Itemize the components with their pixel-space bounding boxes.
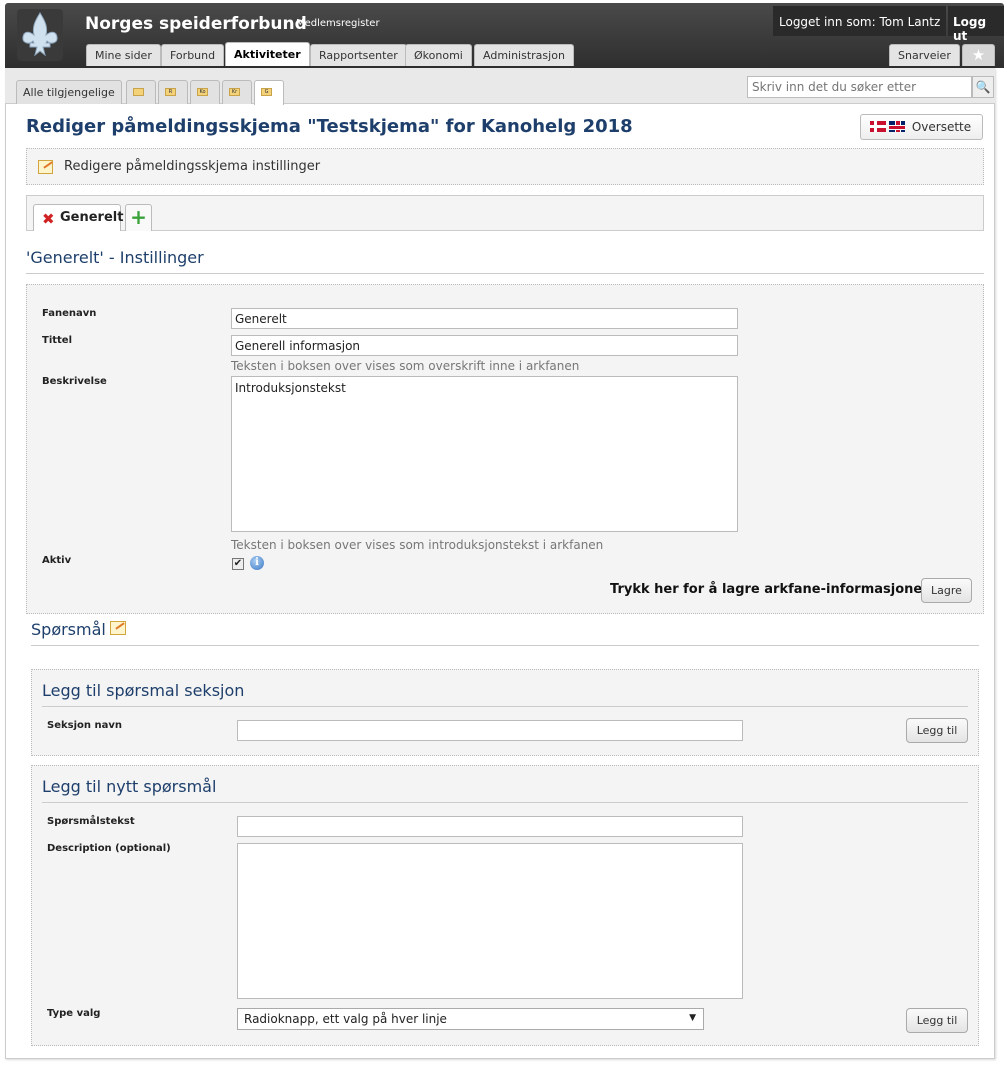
kr-icon: Kr [229, 88, 240, 96]
scout-lily-logo-icon[interactable] [17, 9, 63, 61]
beskrivelse-help: Teksten i boksen over vises som introduk… [231, 538, 604, 552]
tab-generelt[interactable]: ✖ Generelt [33, 204, 124, 231]
save-button[interactable]: Lagre [921, 578, 972, 603]
g-icon: G [261, 88, 272, 96]
translate-label: Oversette [911, 120, 972, 134]
beskrivelse-textarea[interactable]: Introduksjonstekst [231, 376, 738, 532]
logout-link[interactable]: Logg ut [948, 6, 1004, 43]
brand-name: Norges speiderforbund [85, 14, 307, 34]
subtab-kr[interactable]: Kr [222, 80, 252, 104]
r-icon: R [165, 88, 176, 96]
tab-forbund[interactable]: Forbund [161, 44, 225, 66]
tab-mine-sider[interactable]: Mine sider [86, 44, 161, 66]
add-question-heading: Legg til nytt spørsmål [42, 777, 217, 796]
tab-okonomi[interactable]: Økonomi [405, 44, 472, 66]
question-text-label: Spørsmålstekst [47, 816, 135, 827]
tab-rapportsenter[interactable]: Rapportsenter [310, 44, 407, 66]
aktiv-label: Aktiv [42, 555, 72, 566]
type-select-value: Radioknapp, ett valg på hver linje [244, 1012, 447, 1026]
tab-snarveier[interactable]: Snarveier [889, 44, 960, 66]
description-label: Description (optional) [47, 843, 171, 854]
beskrivelse-label: Beskrivelse [42, 376, 107, 387]
delete-icon[interactable]: ✖ [42, 210, 55, 228]
info-icon[interactable]: i [250, 556, 264, 570]
uk-flag-icon [889, 120, 905, 132]
divider [31, 645, 979, 646]
tab-aktiviteter[interactable]: Aktiviteter [225, 42, 310, 66]
tab-administrasjon[interactable]: Administrasjon [474, 44, 574, 66]
aktiv-checkbox[interactable]: ✔ [232, 558, 244, 570]
subtab-r[interactable]: R [158, 80, 188, 104]
type-label: Type valg [47, 1008, 101, 1019]
ko-icon: Ko [197, 88, 208, 96]
brand-subtitle: Medlemsregister [296, 18, 380, 29]
add-section-heading: Legg til spørsmal seksjon [42, 681, 245, 700]
type-select[interactable]: Radioknapp, ett valg på hver linje ▼ [237, 1008, 704, 1030]
divider [26, 273, 984, 274]
section-name-label: Seksjon navn [47, 720, 122, 731]
folder-icon [133, 88, 144, 96]
questions-heading: Spørsmål [31, 620, 106, 639]
divider [42, 706, 968, 707]
translate-button[interactable]: Oversette [860, 114, 983, 140]
section-name-input[interactable] [237, 720, 743, 741]
divider [42, 802, 968, 803]
save-prompt: Trykk her for å lagre arkfane-informasjo… [610, 582, 932, 597]
fanenavn-input[interactable] [231, 308, 738, 329]
search-input[interactable] [747, 76, 972, 98]
subtab-ko[interactable]: Ko [190, 80, 220, 104]
subtab-all-available[interactable]: Alle tilgjengelige [16, 80, 122, 104]
star-icon[interactable]: ★ [962, 44, 995, 66]
subtab-folder[interactable] [126, 80, 156, 104]
question-text-input[interactable] [237, 816, 743, 837]
chevron-down-icon: ▼ [689, 1013, 696, 1023]
add-tab-icon[interactable]: + [125, 204, 152, 231]
logged-in-user: Logget inn som: Tom Lantz [773, 6, 946, 36]
subtab-g[interactable]: G [254, 80, 284, 105]
tittel-label: Tittel [42, 335, 73, 346]
form-settings-label: Redigere påmeldingsskjema instillinger [64, 159, 321, 174]
norway-flag-icon [870, 120, 886, 132]
form-tabs-bar: ✖ Generelt + [26, 195, 984, 231]
description-textarea[interactable] [237, 843, 743, 999]
tittel-input[interactable] [231, 335, 738, 356]
tab-settings-heading: 'Generelt' - Instillinger [26, 248, 204, 267]
tittel-help: Teksten i boksen over vises som overskri… [231, 359, 580, 373]
add-question-button[interactable]: Legg til [906, 1008, 968, 1033]
page-title: Rediger påmeldingsskjema "Testskjema" fo… [26, 116, 633, 137]
add-section-button[interactable]: Legg til [906, 718, 968, 743]
edit-icon [38, 160, 53, 174]
search-icon[interactable]: 🔍 [972, 76, 994, 98]
form-settings-link[interactable]: Redigere påmeldingsskjema instillinger [26, 148, 984, 185]
fanenavn-label: Fanenavn [42, 308, 97, 319]
tab-generelt-label: Generelt [60, 210, 124, 225]
edit-questions-icon[interactable] [110, 621, 126, 635]
